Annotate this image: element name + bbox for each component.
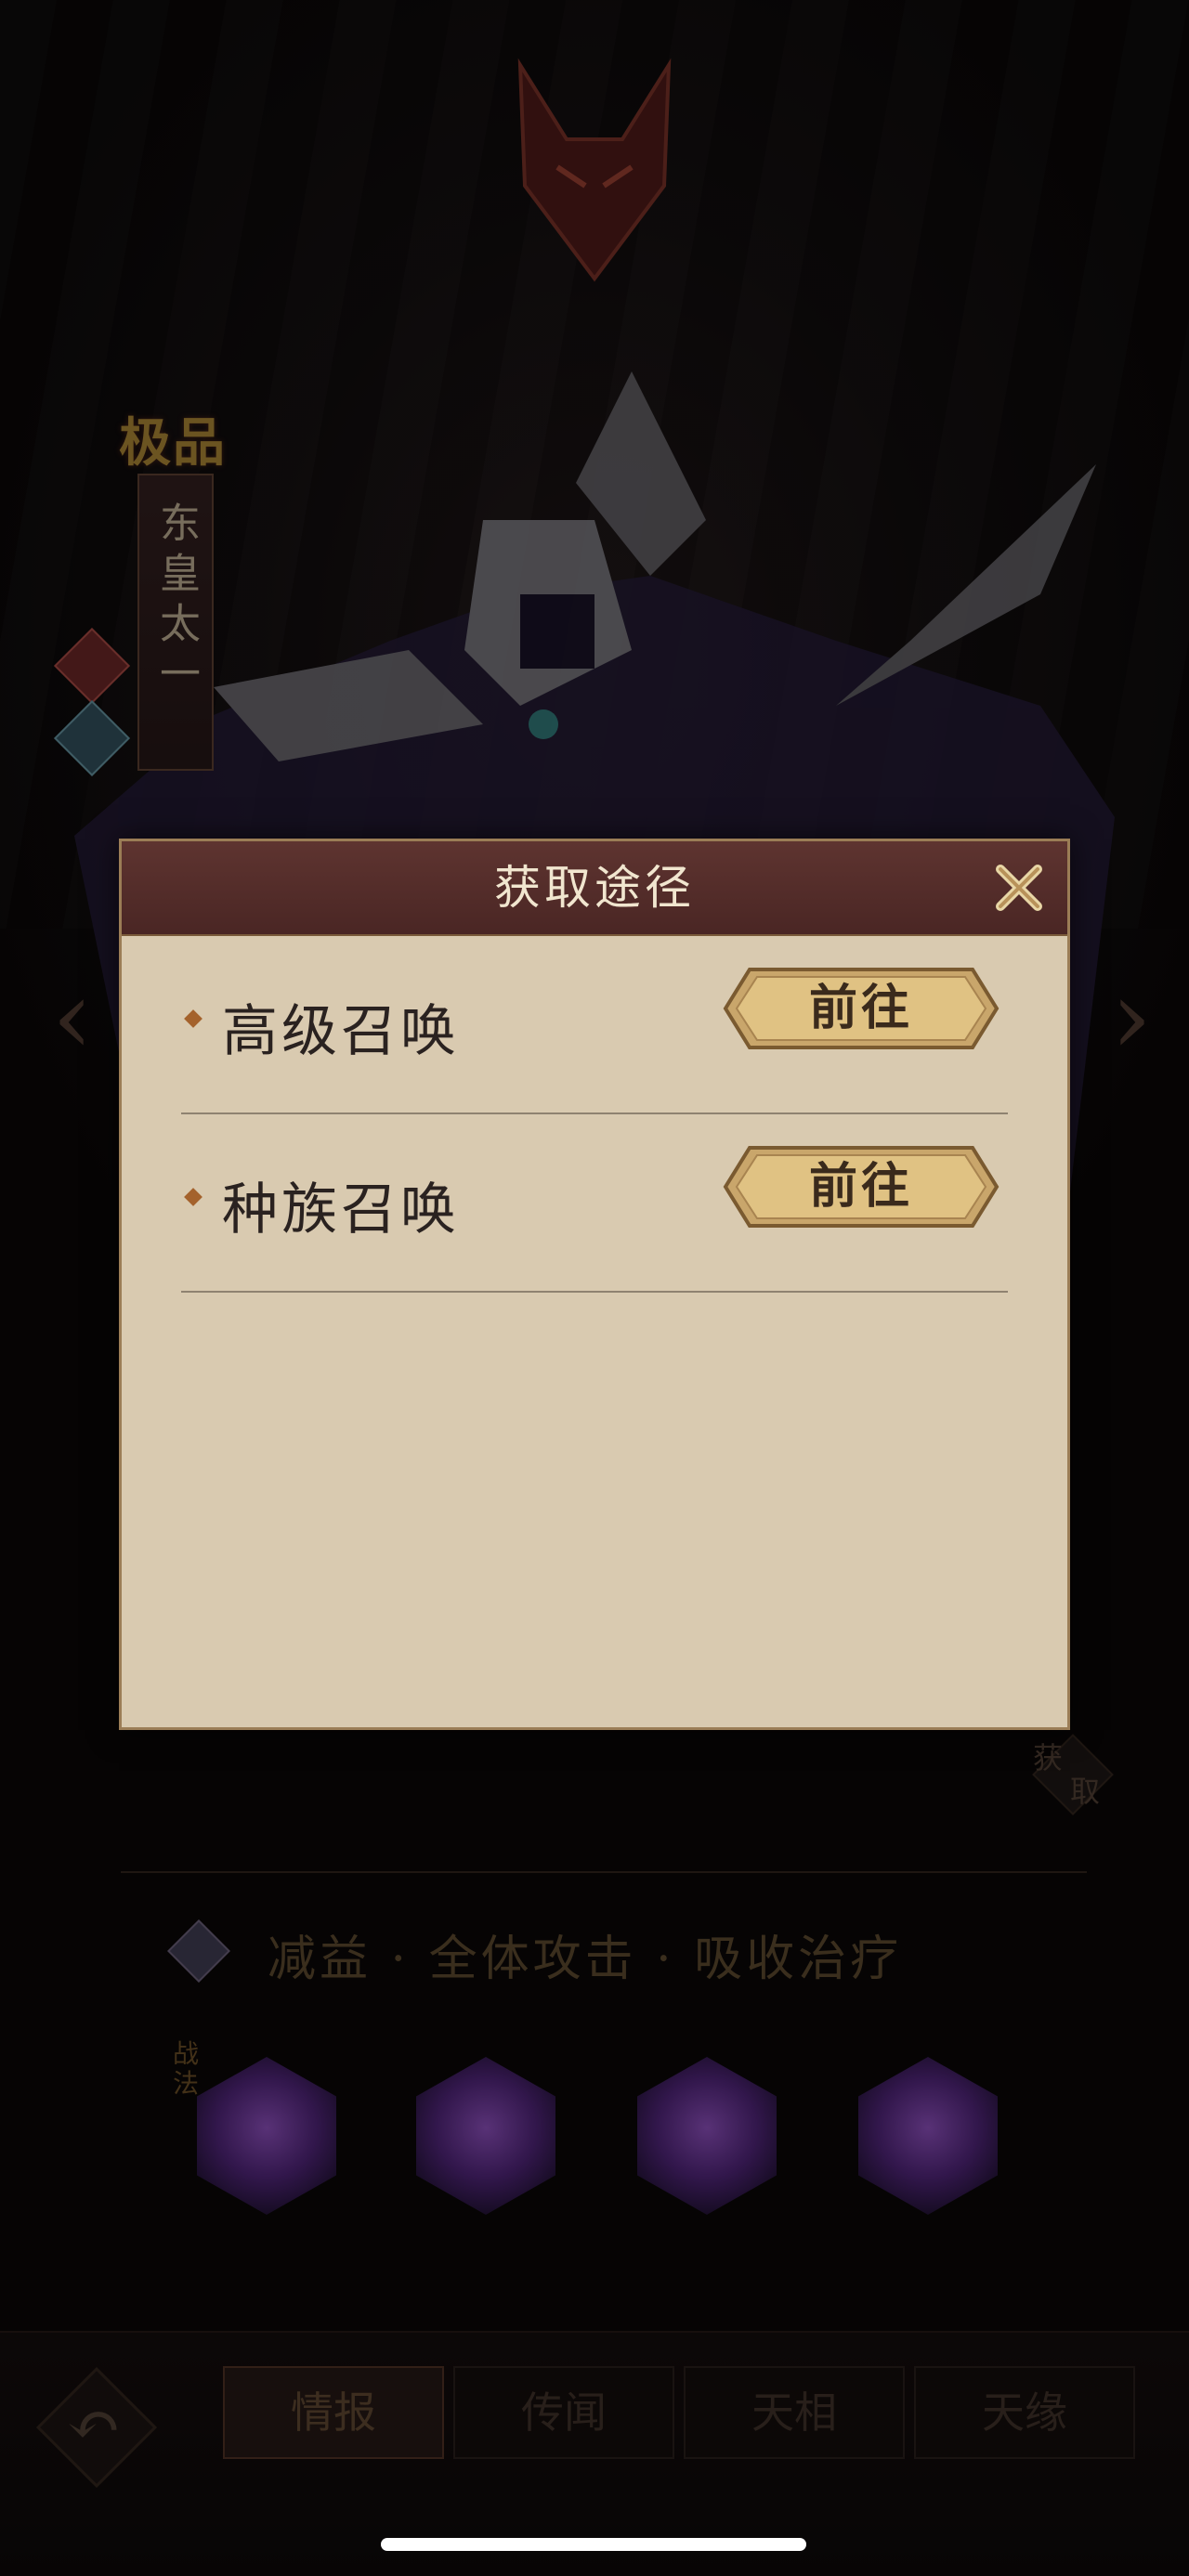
list-item: 高级召唤 前往: [181, 934, 1008, 1114]
hero-screen: 极品 东皇太一 ‹ › 获 取 减益 · 全体攻击 · 吸收治疗 战法 ↶ 情报…: [0, 0, 1189, 2576]
dialog-title: 获取途径: [494, 861, 695, 915]
go-button-label: 前往: [808, 980, 913, 1036]
acquire-dialog: 获取途径 高级召唤 前往 种族召唤 前往: [119, 839, 1070, 1730]
home-indicator[interactable]: [381, 2538, 806, 2551]
go-button[interactable]: 前往: [722, 966, 1000, 1051]
bullet-icon: [184, 1188, 203, 1206]
close-button[interactable]: [993, 862, 1045, 914]
go-button[interactable]: 前往: [722, 1144, 1000, 1229]
close-icon: [996, 865, 1042, 911]
list-item: 种族召唤 前往: [181, 1112, 1008, 1293]
source-label: 种族召唤: [222, 1177, 460, 1242]
source-label: 高级召唤: [222, 999, 460, 1064]
bullet-icon: [184, 1009, 203, 1028]
dialog-header: 获取途径: [122, 841, 1067, 936]
go-button-label: 前往: [808, 1158, 913, 1215]
